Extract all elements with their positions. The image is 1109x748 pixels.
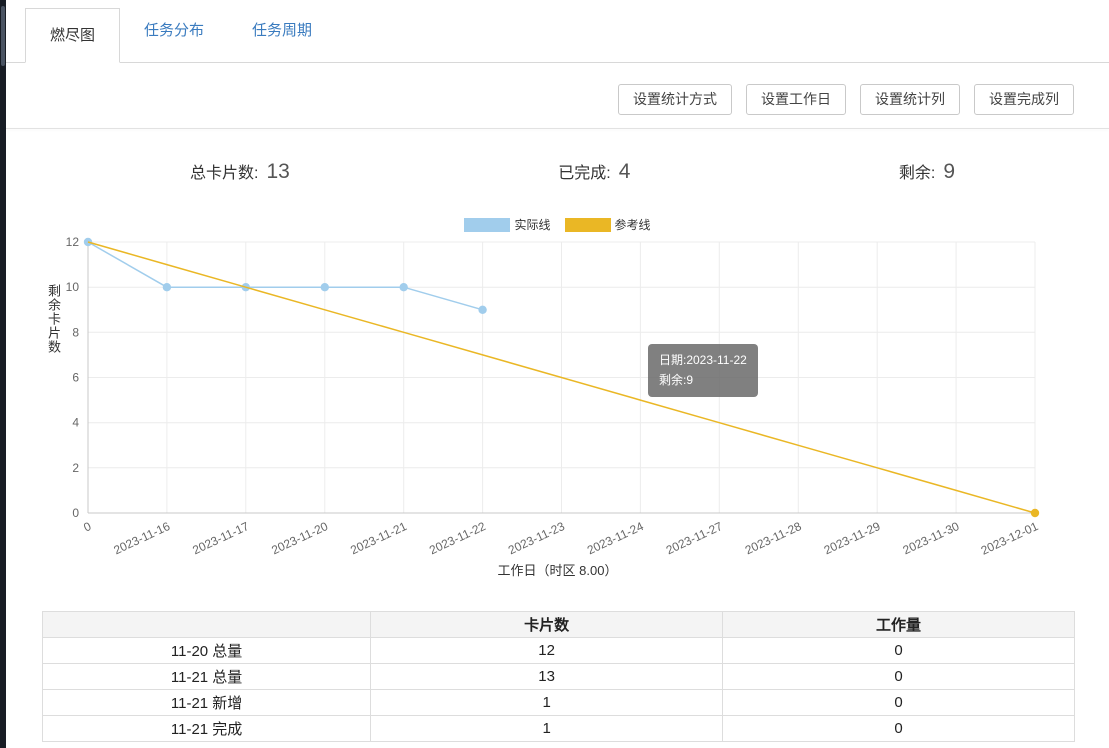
svg-text:2023-11-24: 2023-11-24 (585, 519, 646, 557)
svg-text:2023-11-20: 2023-11-20 (269, 519, 330, 557)
svg-text:2023-11-22: 2023-11-22 (427, 519, 488, 557)
svg-text:2023-11-16: 2023-11-16 (111, 519, 172, 557)
header-workload: 工作量 (722, 611, 1075, 638)
scrollbar-thumb[interactable] (1, 6, 5, 66)
svg-text:0: 0 (81, 519, 93, 535)
svg-text:8: 8 (72, 325, 79, 339)
stat-remaining: 剩余: 9 (899, 159, 955, 184)
actual-line-swatch (464, 217, 511, 232)
stat-total-cards-value: 13 (266, 159, 290, 183)
stat-remaining-value: 9 (943, 159, 955, 183)
legend-item-reference-line[interactable]: 参考线 (564, 216, 651, 233)
row-card-count: 1 (370, 689, 724, 716)
row-label: 11-21 完成 (41, 715, 372, 742)
row-workload: 0 (722, 689, 1075, 716)
svg-text:2023-11-23: 2023-11-23 (506, 519, 567, 557)
settings-toolbar: 设置统计方式 设置工作日 设置统计列 设置完成列 (618, 84, 1074, 115)
stat-completed-value: 4 (618, 159, 631, 183)
row-label: 11-20 总量 (41, 637, 372, 664)
row-card-count: 12 (370, 637, 724, 664)
svg-text:2023-11-29: 2023-11-29 (822, 519, 883, 557)
stat-total-cards-label: 总卡片数: (190, 164, 259, 182)
tab-burndown[interactable]: 燃尽图 (25, 8, 121, 63)
section-divider (6, 128, 1109, 129)
svg-text:2023-12-01: 2023-12-01 (979, 519, 1041, 558)
row-card-count: 1 (370, 715, 724, 742)
svg-text:2023-11-28: 2023-11-28 (743, 519, 804, 557)
summary-table: 卡片数 工作量 11-20 总量 12 0 11-21 总量 13 0 11-2… (41, 611, 1075, 742)
set-workday-button[interactable]: 设置工作日 (746, 84, 846, 115)
window-edge-strip (0, 0, 6, 748)
tooltip-remaining: 剩余:9 (659, 373, 694, 388)
header-card-count: 卡片数 (370, 611, 724, 638)
x-axis-title: 工作日（时区 8.00） (497, 563, 618, 578)
svg-text:10: 10 (66, 280, 80, 294)
table-row: 11-21 新增 1 0 (41, 689, 1075, 716)
stats-row: 总卡片数: 13 已完成: 4 剩余: 9 (6, 150, 1109, 192)
reference-line-label: 参考线 (614, 218, 651, 232)
svg-text:6: 6 (72, 371, 79, 385)
set-statistics-column-button[interactable]: 设置统计列 (860, 84, 960, 115)
stat-completed-label: 已完成: (558, 164, 611, 182)
tab-task-distribution[interactable]: 任务分布 (120, 0, 228, 62)
actual-line-label: 实际线 (514, 218, 551, 232)
svg-text:0: 0 (72, 506, 79, 520)
tab-task-cycle[interactable]: 任务周期 (228, 0, 336, 62)
table-header-row: 卡片数 工作量 (41, 611, 1075, 638)
row-label: 11-21 总量 (41, 663, 372, 690)
svg-text:4: 4 (72, 416, 79, 430)
svg-text:2023-11-21: 2023-11-21 (348, 519, 409, 557)
set-statistics-method-button[interactable]: 设置统计方式 (618, 84, 732, 115)
stat-remaining-label: 剩余: (898, 164, 936, 182)
svg-text:2: 2 (72, 461, 79, 475)
burndown-page: 燃尽图 任务分布 任务周期 设置统计方式 设置工作日 设置统计列 设置完成列 总… (0, 0, 1109, 748)
burndown-chart[interactable]: 0 2 4 6 8 10 12 0 2023-11-16 2023-11-17 2023-11-20… (30, 236, 1080, 566)
table-row: 11-20 总量 12 0 (41, 637, 1075, 664)
reference-line-swatch (564, 217, 611, 232)
chart-legend: 实际线 参考线 (6, 216, 1109, 233)
svg-text:2023-11-30: 2023-11-30 (901, 519, 962, 557)
row-workload: 0 (722, 637, 1075, 664)
tab-bar: 燃尽图 任务分布 任务周期 (6, 0, 1109, 63)
tooltip-date: 日期:2023-11-22 (659, 353, 747, 367)
chart-tooltip: 日期:2023-11-22 剩余:9 (648, 344, 758, 397)
row-card-count: 13 (370, 663, 724, 690)
svg-text:12: 12 (66, 236, 80, 249)
stat-total-cards: 总卡片数: 13 (190, 159, 290, 184)
y-axis-title: 剩余卡片数 (46, 284, 61, 354)
stat-completed: 已完成: 4 (558, 159, 630, 184)
svg-text:2023-11-27: 2023-11-27 (664, 519, 725, 557)
row-workload: 0 (722, 715, 1075, 742)
header-empty (41, 611, 372, 638)
svg-text:2023-11-17: 2023-11-17 (190, 519, 251, 557)
table-row: 11-21 完成 1 0 (41, 715, 1075, 742)
legend-item-actual-line[interactable]: 实际线 (464, 216, 551, 233)
set-completion-column-button[interactable]: 设置完成列 (974, 84, 1074, 115)
row-label: 11-21 新增 (41, 689, 372, 716)
table-row: 11-21 总量 13 0 (41, 663, 1075, 690)
row-workload: 0 (722, 663, 1075, 690)
